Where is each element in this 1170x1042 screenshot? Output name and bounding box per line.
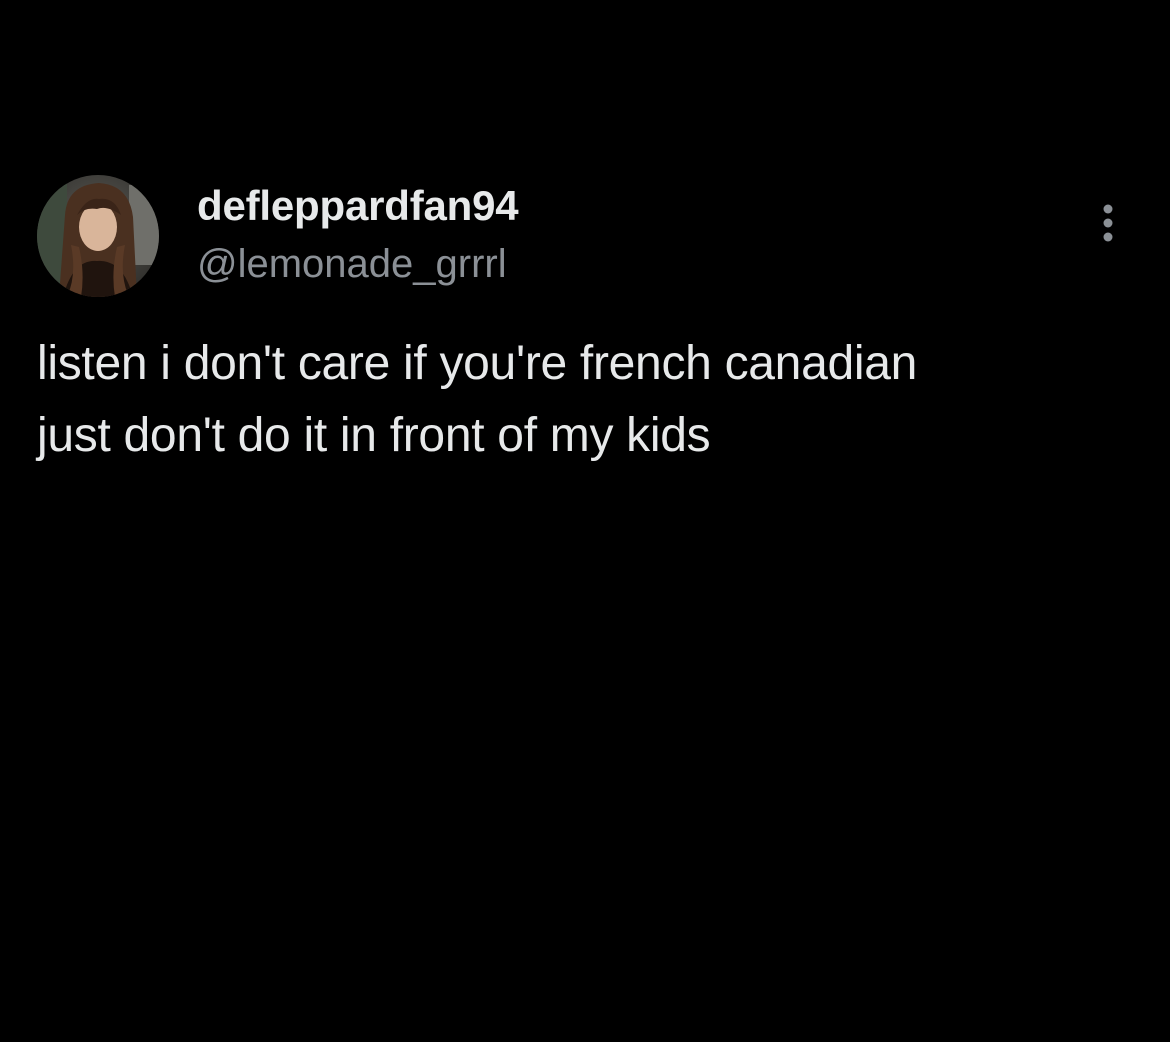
tweet-text-line: just don't do it in front of my kids: [37, 409, 711, 462]
tweet-text: listen i don't care if you're french can…: [37, 328, 1137, 472]
user-handle[interactable]: @lemonade_grrrl: [197, 240, 518, 288]
author-info: defleppardfan94 @lemonade_grrrl: [197, 180, 519, 288]
avatar-photo: [37, 175, 159, 297]
display-name[interactable]: defleppardfan94: [197, 180, 519, 232]
avatar[interactable]: [37, 175, 159, 297]
more-options-button[interactable]: [1091, 200, 1125, 246]
tweet-card: defleppardfan94 @lemonade_grrrl listen i…: [0, 0, 1170, 1042]
vertical-ellipsis-icon: [1103, 204, 1113, 242]
tweet-text-line: listen i don't care if you're french can…: [37, 337, 918, 390]
